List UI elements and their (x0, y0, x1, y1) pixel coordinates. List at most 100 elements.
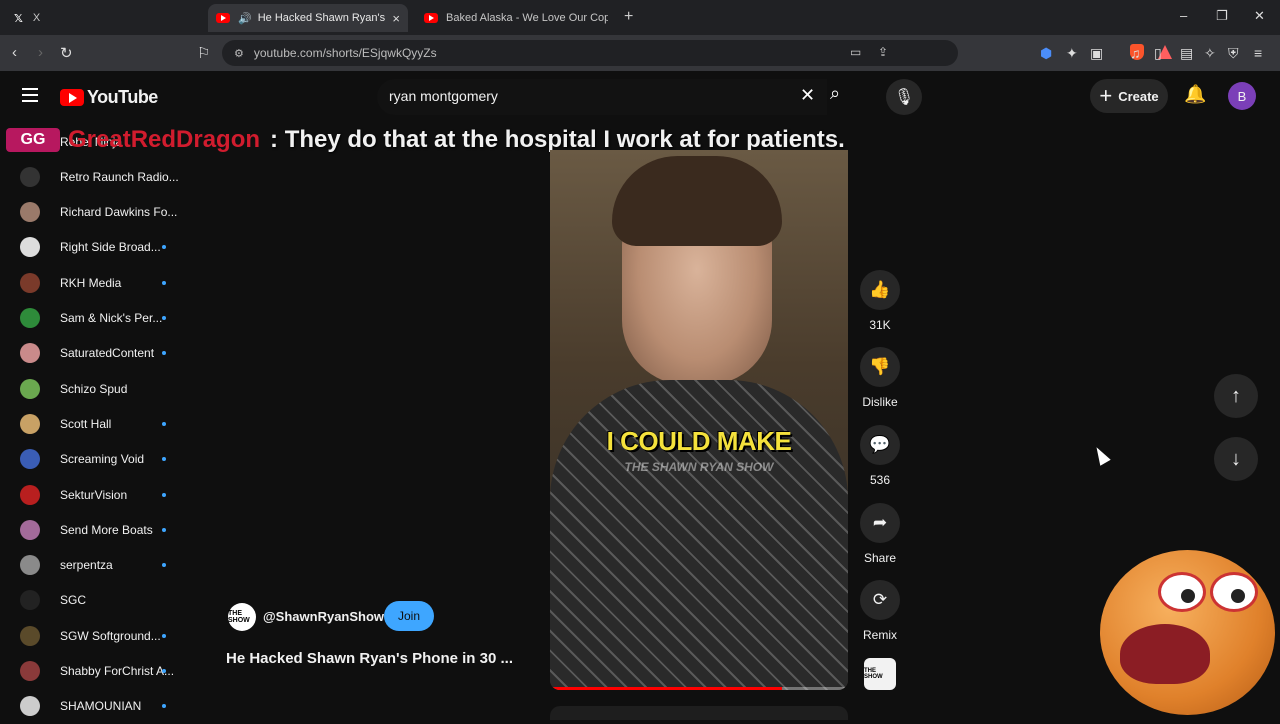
new-content-dot (162, 421, 166, 426)
search-input[interactable]: ryan montgomery (377, 79, 827, 115)
voice-search-button[interactable]: 🎙 (886, 79, 922, 115)
channel-name[interactable]: @ShawnRyanShow (263, 609, 384, 624)
channel-avatar-icon (20, 343, 40, 364)
remix-label: Remix (862, 628, 897, 642)
dislike-action[interactable]: 👎 Dislike (858, 347, 902, 409)
short-title[interactable]: He Hacked Shawn Ryan's Phone in 30 ... (226, 650, 513, 667)
browser-toolbar: ‹ › ↻ ⚐ ⚙ youtube.com/shorts/ESjqwkQyyZs… (0, 35, 1280, 71)
sidebar-channel-item[interactable]: Richard Dawkins Fo... (0, 195, 210, 230)
restore-button[interactable]: ❐ (1216, 8, 1228, 24)
sidebar-channel-label: Right Side Broad... (60, 240, 161, 255)
sidebar-channel-label: Richard Dawkins Fo... (60, 205, 178, 220)
comment-icon[interactable]: 💬 (860, 425, 900, 465)
tab-x[interactable]: 𝕏 X (6, 4, 206, 32)
join-button[interactable]: Join (384, 601, 434, 631)
new-content-dot (162, 704, 166, 709)
progress-bar[interactable] (550, 687, 783, 690)
sidebar-channel-item[interactable]: SHAMOUNIAN (0, 689, 210, 724)
share-action[interactable]: ➦ Share (858, 503, 902, 565)
sidebar-channel-item[interactable]: Sam & Nick's Per... (0, 301, 210, 336)
tab-search-icon[interactable]: ▣ (1090, 45, 1103, 62)
sidebar-channel-label: SGW Softground... (60, 628, 161, 643)
reload-icon[interactable]: ↻ (60, 44, 73, 62)
sidebar-channel-item[interactable]: serpentza (0, 548, 210, 583)
create-button[interactable]: + Create (1090, 79, 1168, 113)
sidebar-channel-item[interactable]: Screaming Void (0, 442, 210, 477)
channel-avatar-icon (20, 202, 40, 223)
extension-vpn-icon[interactable]: ⬢ (1040, 45, 1052, 62)
new-tab-button[interactable]: + (624, 8, 633, 26)
account-avatar[interactable]: B (1228, 82, 1256, 110)
sidebar-channel-label: SaturatedContent (60, 346, 155, 361)
address-bar[interactable]: ⚙ youtube.com/shorts/ESjqwkQyyZs ▭ ⇪ (222, 40, 1172, 66)
close-window-button[interactable]: ✕ (1254, 8, 1265, 24)
channel-avatar[interactable]: THE SHOW (228, 603, 256, 631)
thumbs-up-icon[interactable]: 👍 (860, 270, 900, 310)
search-icon[interactable]: ⌕ (830, 83, 840, 104)
create-label: Create (1118, 88, 1159, 104)
extensions-icon[interactable]: ✦ (1066, 45, 1078, 62)
thumbs-down-icon[interactable]: 👎 (860, 347, 900, 387)
sidebar-channel-item[interactable]: Send More Boats (0, 512, 210, 547)
wallet-icon[interactable]: ▤ (1180, 45, 1193, 62)
channel-avatar-icon (20, 237, 40, 258)
next-short-preview[interactable] (550, 706, 848, 720)
speaker-icon: 🔊 (238, 12, 252, 25)
next-short-button[interactable]: ↓ (1214, 437, 1258, 481)
comments-action[interactable]: 💬 536 (858, 425, 902, 487)
back-icon[interactable]: ‹ (12, 44, 17, 61)
remix-action[interactable]: ⟳ Remix (858, 580, 902, 642)
channel-avatar-icon (20, 272, 40, 293)
remix-icon[interactable]: ⟳ (860, 580, 900, 620)
sidebar-channel-item[interactable]: RKH Media (0, 265, 210, 300)
youtube-favicon-icon (216, 13, 230, 23)
sidebar-channel-item[interactable]: SaturatedContent (0, 336, 210, 371)
vpn-shield-icon[interactable]: ⛨ (1228, 45, 1239, 62)
notifications-bell-icon[interactable]: 🔔 (1184, 84, 1206, 105)
cast-icon[interactable]: ▭ (850, 45, 861, 59)
sidebar-channel-label: Shabby ForChrist A... (60, 664, 175, 678)
sidebar-channel-item[interactable]: Retro Raunch Radio... (0, 159, 210, 194)
channel-avatar-icon (20, 484, 40, 505)
sound-thumbnail[interactable]: THE SHOW (864, 658, 896, 690)
sidebar-channel-item[interactable]: Scott Hall (0, 406, 210, 441)
x-logo-icon: 𝕏 (14, 12, 23, 25)
new-content-dot (162, 669, 166, 673)
youtube-logo[interactable]: YouTube (60, 87, 158, 108)
share-page-icon[interactable]: ⇪ (878, 45, 888, 59)
tab-title: He Hacked Shawn Ryan's Phone (257, 12, 387, 24)
sidebar-channel-item[interactable]: SGW Softground... (0, 618, 210, 653)
bookmark-icon[interactable]: ⚐ (197, 44, 210, 62)
sidebar-channel-item[interactable]: Shabby ForChrist A... (0, 654, 210, 689)
menu-icon[interactable]: ≡ (1254, 45, 1262, 61)
sidebar-channel-item[interactable]: Right Side Broad... (0, 230, 210, 265)
media-controls-icon[interactable]: ♫ (1130, 45, 1141, 61)
channel-avatar-icon (20, 519, 40, 540)
sidebar-channel-label: Retro Raunch Radio... (60, 169, 179, 184)
subscriptions-sidebar: Rebel Ninja Retro Raunch Radio... Richard … (0, 124, 210, 720)
like-action[interactable]: 👍 31K (858, 270, 902, 332)
site-settings-icon[interactable]: ⚙ (234, 47, 244, 60)
browser-tab-strip: 𝕏 X 🔊 He Hacked Shawn Ryan's Phone × Bak… (0, 0, 1280, 35)
tab-title: Baked Alaska - We Love Our Cops [LI (446, 12, 608, 24)
like-count: 31K (869, 318, 891, 332)
share-icon[interactable]: ➦ (860, 503, 900, 543)
short-video-player[interactable]: I COULD MAKE THE SHAWN RYAN SHOW (550, 150, 848, 690)
sidebar-channel-item[interactable]: SekturVision (0, 477, 210, 512)
previous-short-button[interactable]: ↑ (1214, 374, 1258, 418)
guide-menu-icon[interactable] (22, 88, 38, 102)
sidebar-channel-item[interactable]: SGC (0, 583, 210, 618)
minimize-button[interactable]: – (1180, 8, 1187, 23)
forward-icon[interactable]: › (38, 44, 43, 61)
tab-baked-alaska[interactable]: Baked Alaska - We Love Our Cops [LI (416, 4, 616, 32)
sidebar-channel-item[interactable]: Schizo Spud (0, 371, 210, 406)
clear-search-icon[interactable]: ✕ (800, 85, 815, 106)
tab-close-button[interactable]: × (392, 11, 400, 26)
sidebar-toggle-icon[interactable]: ▯ (1154, 45, 1162, 62)
channel-avatar-icon (20, 449, 40, 470)
sidebar-channel-label: Schizo Spud (60, 381, 128, 396)
new-content-dot (162, 492, 166, 497)
leo-ai-icon[interactable]: ✧ (1204, 45, 1216, 62)
youtube-favicon-icon (424, 13, 438, 23)
tab-active-short[interactable]: 🔊 He Hacked Shawn Ryan's Phone × (208, 4, 408, 32)
